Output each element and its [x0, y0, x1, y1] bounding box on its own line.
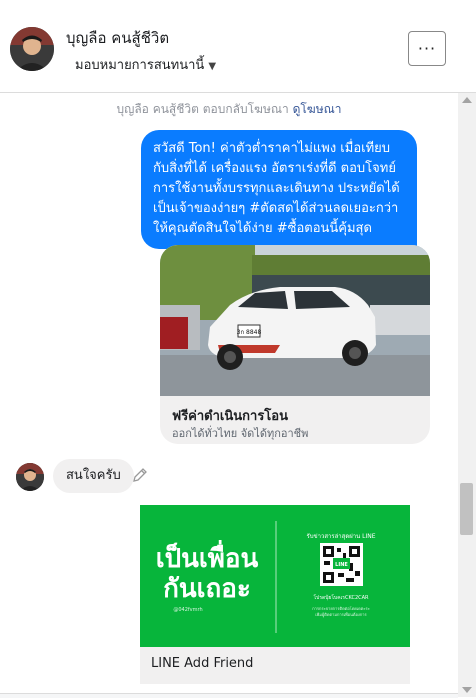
vertical-scrollbar[interactable] — [458, 93, 476, 697]
license-plate: 3ก 8848 — [237, 329, 262, 336]
line-add-friend-card[interactable]: เป็นเพื่อน กันเถอะ @042fvmrh รับข่าวสารล… — [140, 505, 410, 684]
line-qr-heading: รับข่าวสารล่าสุดผ่าน LINE — [306, 533, 375, 540]
ad-title: ฟรีค่าดำเนินการโอน — [172, 409, 288, 424]
outgoing-message-bubble: สวัสดี Ton! ค่าตัวต่ำราคาไม่แพง เมื่อเที… — [141, 130, 417, 249]
caret-down-icon: ▼ — [208, 61, 217, 72]
line-headline-1: เป็นเพื่อน — [156, 539, 259, 574]
line-card-title: LINE Add Friend — [151, 656, 254, 671]
ad-subtitle: ออกได้ทั่วไทย จัดได้ทุกอาชีพ — [172, 427, 309, 440]
ellipsis-icon: ··· — [417, 39, 437, 58]
line-qr-note-1: การกระจายการติดต่อโดยเดตะระ — [312, 606, 370, 611]
assign-conversation-dropdown[interactable]: มอบหมายการสนทนานี้ ▼ — [75, 54, 216, 75]
more-options-button[interactable]: ··· — [408, 31, 446, 66]
scrollbar-thumb[interactable] — [460, 483, 473, 535]
line-qr-caption: โปรดบุ้ยโบคเรCKC2CAR — [313, 594, 369, 601]
line-handle: @042fvmrh — [173, 607, 202, 613]
composer-edge — [0, 693, 458, 698]
line-promo-image: เป็นเพื่อน กันเถอะ @042fvmrh รับข่าวสารล… — [140, 505, 410, 647]
contact-name: บุญลือ คนสู้ชีวิต — [66, 29, 170, 47]
assign-label: มอบหมายการสนทนานี้ — [75, 58, 205, 73]
ad-car-image: 3ก 8848 — [160, 245, 430, 396]
contact-avatar[interactable] — [10, 27, 54, 71]
line-headline-2: กันเถอะ — [163, 574, 251, 604]
contact-avatar-small — [16, 463, 44, 491]
ad-reply-note: บุญลือ คนสู้ชีวิต ตอบกลับโฆษณา ดูโฆษณา — [0, 100, 458, 119]
conversation-header: บุญลือ คนสู้ชีวิต มอบหมายการสนทนานี้ ▼ ··… — [0, 0, 476, 93]
message-thread[interactable]: บุญลือ คนสู้ชีวิต ตอบกลับโฆษณา ดูโฆษณา ส… — [0, 93, 458, 697]
line-logo-text: LINE — [335, 562, 348, 568]
scroll-down-arrow-icon[interactable] — [462, 687, 472, 693]
ad-reply-text: บุญลือ คนสู้ชีวิต ตอบกลับโฆษณา — [116, 102, 289, 116]
scroll-up-arrow-icon[interactable] — [462, 97, 472, 103]
ad-card[interactable]: 3ก 8848 ฟรีค่าดำเนินการโอน ออกได้ทั่วไทย… — [160, 245, 430, 444]
pencil-icon[interactable] — [132, 467, 148, 483]
incoming-message-bubble: สนใจครับ — [53, 459, 134, 493]
view-ad-link[interactable]: ดูโฆษณา — [293, 102, 342, 116]
